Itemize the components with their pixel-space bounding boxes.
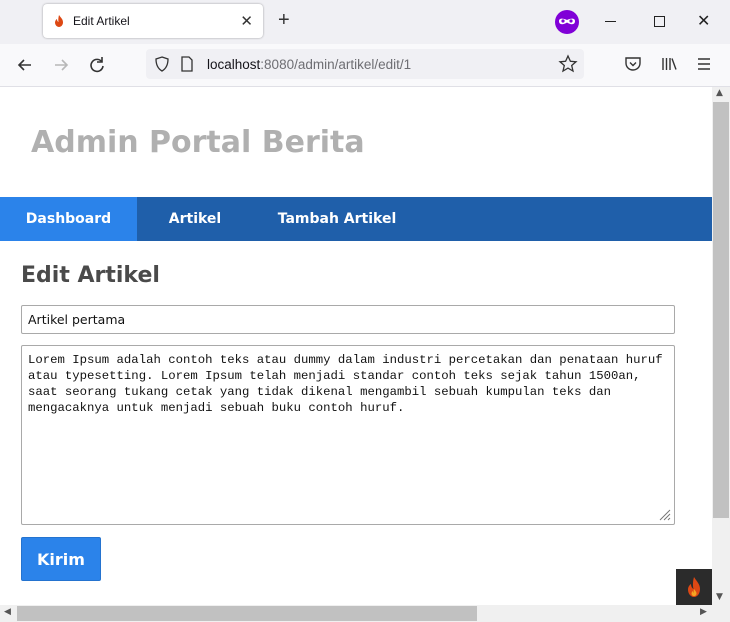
scroll-right-icon[interactable]: ▶ [700,607,707,617]
vertical-scroll-thumb[interactable] [713,102,729,518]
scrollbar-corner [712,605,730,622]
vertical-scrollbar[interactable]: ▲ ▼ [712,87,730,605]
menu-item-dashboard[interactable]: Dashboard [0,197,137,241]
browser-tab-strip: Edit Artikel ✕ + ✕ [0,0,730,44]
shield-icon[interactable] [154,56,170,72]
page-heading: Edit Artikel [21,263,160,288]
pocket-icon[interactable] [624,55,642,73]
tab-close-icon[interactable]: ✕ [240,12,253,30]
debug-toolbar-toggle[interactable] [676,569,712,605]
reload-icon[interactable] [86,54,108,76]
submit-button[interactable]: Kirim [21,537,101,581]
new-tab-icon[interactable]: + [278,10,290,30]
url-text[interactable]: localhost:8080/admin/artikel/edit/1 [207,57,411,72]
hamburger-menu-icon[interactable] [696,55,712,73]
scroll-down-icon[interactable]: ▼ [716,592,723,602]
window-maximize-icon[interactable] [654,16,665,27]
main-menu: Dashboard Artikel Tambah Artikel [0,197,712,241]
private-browsing-icon [555,10,579,34]
library-icon[interactable] [660,55,678,73]
menu-item-tambah-artikel[interactable]: Tambah Artikel [266,197,408,241]
star-icon[interactable] [558,54,578,74]
page-viewport: Admin Portal Berita Dashboard Artikel Ta… [0,87,712,605]
window-minimize-icon[interactable] [605,21,616,22]
scroll-up-icon[interactable]: ▲ [716,88,723,98]
back-arrow-icon[interactable] [14,54,36,76]
forward-arrow-icon[interactable] [50,54,72,76]
resize-handle-icon[interactable] [657,507,671,521]
tab-title: Edit Artikel [73,14,130,28]
site-title: Admin Portal Berita [31,125,365,160]
browser-tab[interactable]: Edit Artikel ✕ [43,4,263,38]
title-input[interactable] [21,305,675,334]
page-icon[interactable] [180,56,194,72]
codeigniter-flame-icon [688,577,700,597]
url-host: localhost [207,57,261,72]
menu-item-artikel[interactable]: Artikel [153,197,237,241]
horizontal-scroll-thumb[interactable] [17,606,477,621]
scroll-left-icon[interactable]: ◀ [4,607,11,617]
url-path: :8080/admin/artikel/edit/1 [260,57,412,72]
codeigniter-flame-icon [55,15,63,27]
content-textarea[interactable]: Lorem Ipsum adalah contoh teks atau dumm… [21,345,675,525]
browser-toolbar: localhost:8080/admin/artikel/edit/1 [0,44,730,87]
horizontal-scrollbar[interactable]: ◀ ▶ [0,605,712,622]
window-close-icon[interactable]: ✕ [697,11,710,31]
address-bar[interactable]: localhost:8080/admin/artikel/edit/1 [146,49,584,79]
